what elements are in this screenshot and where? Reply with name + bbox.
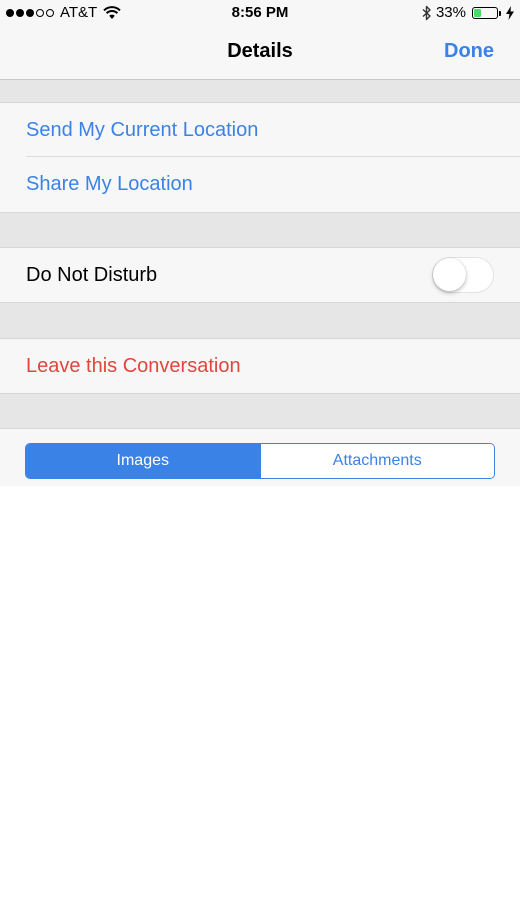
status-right: 33%: [422, 4, 514, 21]
battery-icon: [472, 6, 501, 19]
status-left: AT&T: [6, 4, 121, 21]
media-segment-area: Images Attachments: [0, 428, 520, 486]
media-segmented-control: Images Attachments: [25, 443, 495, 479]
share-location-label: Share My Location: [26, 173, 193, 195]
status-bar: AT&T 8:56 PM 33%: [0, 0, 520, 28]
leave-conversation-row[interactable]: Leave this Conversation: [0, 338, 520, 393]
bluetooth-icon: [422, 5, 431, 20]
section-gap: [0, 212, 520, 247]
send-current-location-label: Send My Current Location: [26, 119, 259, 141]
navigation-bar: Details Done: [0, 28, 520, 80]
send-current-location-row[interactable]: Send My Current Location: [0, 102, 520, 157]
charging-bolt-icon: [506, 5, 514, 20]
carrier-name: AT&T: [60, 4, 98, 21]
details-screen: AT&T 8:56 PM 33% Details Done Send My Cu…: [0, 0, 520, 924]
do-not-disturb-label: Do Not Disturb: [26, 264, 158, 286]
section-gap: [0, 80, 520, 102]
signal-strength-icon: [6, 8, 54, 17]
wifi-icon: [103, 5, 121, 19]
page-title: Details: [227, 40, 293, 62]
segment-attachments[interactable]: Attachments: [259, 444, 494, 478]
toggle-knob: [433, 258, 466, 291]
segment-images[interactable]: Images: [26, 444, 260, 478]
battery-fill: [474, 8, 482, 17]
leave-conversation-label: Leave this Conversation: [26, 355, 241, 377]
share-location-row[interactable]: Share My Location: [0, 157, 520, 212]
done-button[interactable]: Done: [444, 40, 494, 63]
section-gap: [0, 393, 520, 428]
do-not-disturb-toggle[interactable]: [432, 257, 494, 293]
battery-percent: 33%: [435, 4, 466, 21]
section-gap: [0, 302, 520, 338]
do-not-disturb-row: Do Not Disturb: [0, 247, 520, 302]
